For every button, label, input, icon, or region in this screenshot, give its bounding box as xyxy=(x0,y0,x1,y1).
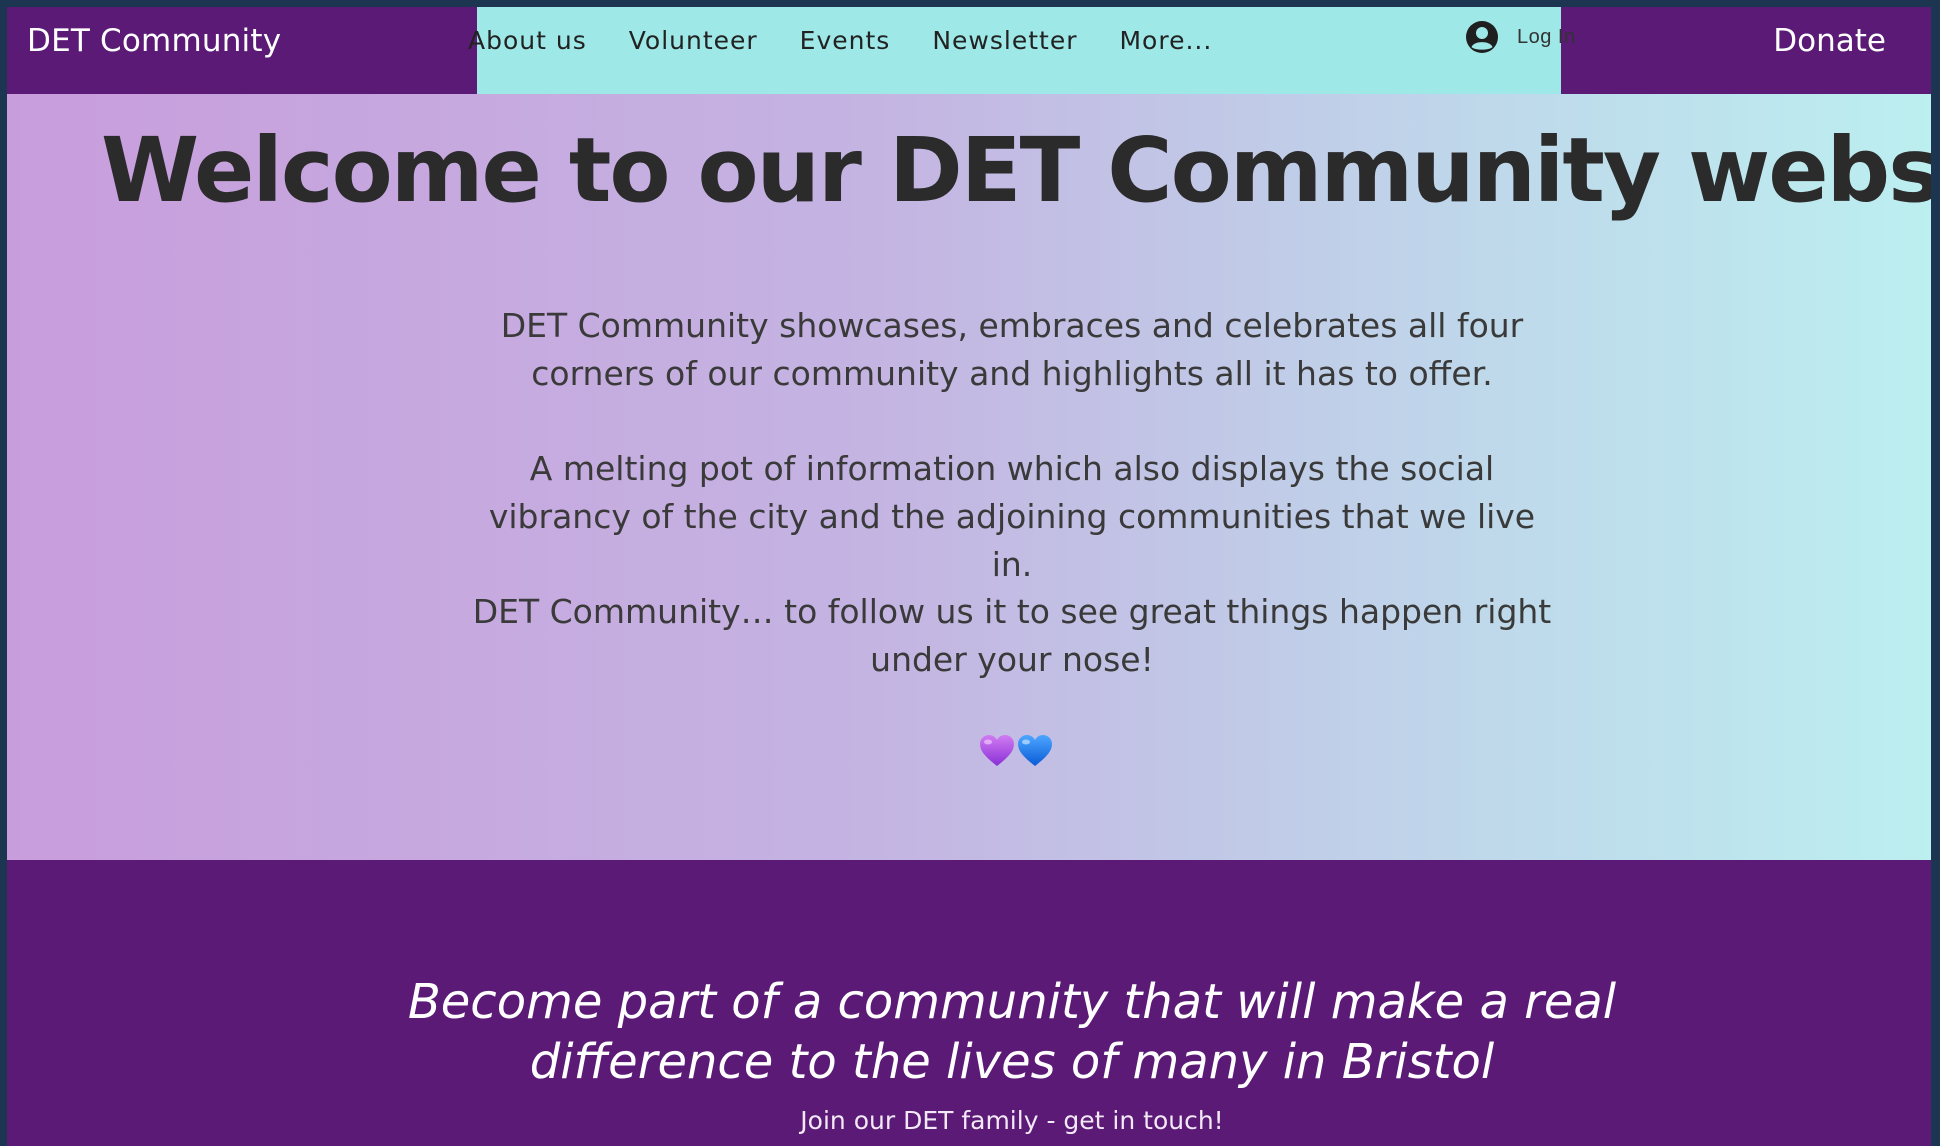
login-label: Log In xyxy=(1517,25,1576,48)
intro-paragraph-2: A melting pot of information which also … xyxy=(488,449,1536,584)
login-button[interactable]: Log In xyxy=(1465,17,1576,57)
main-nav: About us Volunteer Events Newsletter Mor… xyxy=(460,21,1233,61)
join-subtitle: Join our DET family - get in touch! xyxy=(800,1106,1224,1135)
join-heading: Become part of a community that will mak… xyxy=(407,974,1617,1090)
nav-item-volunteer[interactable]: Volunteer xyxy=(608,21,779,61)
page-frame: DET Community About us Volunteer Events … xyxy=(7,7,1931,1146)
intro-paragraph-3: DET Community… to follow us it to see gr… xyxy=(472,592,1552,679)
user-avatar-icon xyxy=(1466,21,1498,53)
site-header: DET Community About us Volunteer Events … xyxy=(7,7,1931,94)
nav-item-more[interactable]: More... xyxy=(1098,21,1233,61)
page-title: Welcome to our DET Community website! xyxy=(101,118,1931,222)
donate-button[interactable]: Donate xyxy=(1773,23,1886,59)
nav-item-about-us[interactable]: About us xyxy=(460,21,608,61)
intro-paragraph-1: DET Community showcases, embraces and ce… xyxy=(500,306,1524,393)
join-section: Become part of a community that will mak… xyxy=(7,860,1931,1146)
hero-section: Welcome to our DET Community website! DE… xyxy=(7,94,1931,860)
purple-heart-icon xyxy=(980,735,1014,766)
nav-item-events[interactable]: Events xyxy=(779,21,912,61)
hearts-emoji xyxy=(979,734,1053,768)
site-title-link[interactable]: DET Community xyxy=(27,23,281,59)
blue-heart-icon xyxy=(1018,735,1052,766)
nav-item-newsletter[interactable]: Newsletter xyxy=(911,21,1098,61)
